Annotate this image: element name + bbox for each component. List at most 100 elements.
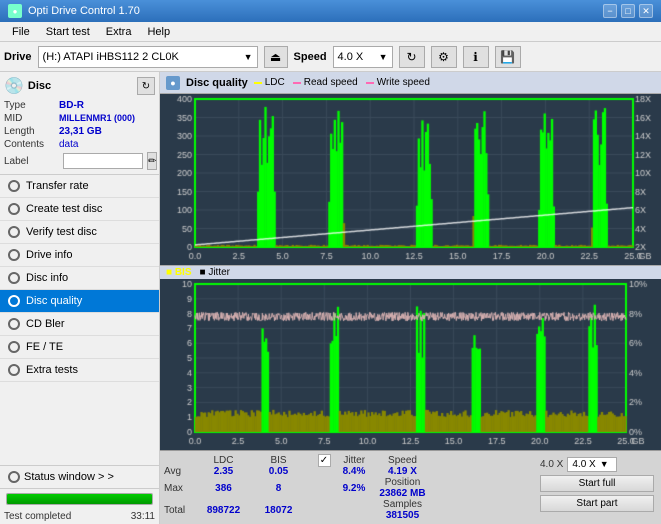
- mid-label: MID: [4, 113, 59, 124]
- app-title: Opti Drive Control 1.70: [28, 5, 140, 17]
- status-text: Test completed: [4, 511, 71, 522]
- menu-extra[interactable]: Extra: [98, 24, 140, 40]
- disc-info-label: Disc info: [26, 272, 68, 284]
- read-speed-legend-label: Read speed: [304, 77, 358, 88]
- start-part-button[interactable]: Start part: [540, 495, 654, 512]
- disc-icon: 💿: [4, 76, 24, 96]
- sidebar-item-verify-test-disc[interactable]: Verify test disc: [0, 221, 159, 244]
- eject-button[interactable]: ⏏: [264, 46, 288, 68]
- sidebar-item-transfer-rate[interactable]: Transfer rate: [0, 175, 159, 198]
- extra-tests-icon: [8, 364, 20, 376]
- speed-select[interactable]: 4.0 X ▼: [333, 46, 393, 68]
- position-value: 23862 MB: [379, 488, 425, 499]
- ldc-legend-label: LDC: [265, 77, 285, 88]
- chart-legend: LDC Read speed Write speed: [254, 77, 430, 88]
- maximize-button[interactable]: □: [621, 4, 635, 18]
- bottom-chart: [160, 279, 661, 450]
- label-edit-button[interactable]: ✏: [147, 152, 157, 170]
- top-chart: [160, 94, 661, 265]
- app-icon: ●: [8, 4, 22, 18]
- max-label: Max: [164, 477, 196, 499]
- label-input[interactable]: [63, 153, 143, 169]
- disc-info-table: Type BD-R MID MILLENMR1 (000) Length 23,…: [4, 100, 155, 170]
- settings-button[interactable]: ⚙: [431, 46, 457, 68]
- sidebar-item-disc-info[interactable]: Disc info: [0, 267, 159, 290]
- jitter-label: ■ Jitter: [200, 267, 231, 278]
- bottom-chart-wrapper: [160, 279, 661, 450]
- status-window-icon: [8, 471, 20, 483]
- drive-info-label: Drive info: [26, 249, 72, 261]
- menu-help[interactable]: Help: [139, 24, 178, 40]
- speed-col-header: Speed: [375, 454, 430, 466]
- speed-text: 4.0 X: [540, 459, 563, 470]
- save-button[interactable]: 💾: [495, 46, 521, 68]
- samples-value: 381505: [386, 510, 419, 521]
- total-bis: 18072: [251, 499, 306, 521]
- close-button[interactable]: ✕: [639, 4, 653, 18]
- stats-data-table: LDC BIS ✓ Jitter Speed Avg 2.35: [164, 454, 430, 522]
- status-window-button[interactable]: Status window > >: [0, 466, 159, 489]
- sidebar-item-drive-info[interactable]: Drive info: [0, 244, 159, 267]
- sidebar-item-disc-quality[interactable]: Disc quality: [0, 290, 159, 313]
- contents-label: Contents: [4, 139, 59, 150]
- speed-label: Speed: [294, 51, 327, 63]
- speed-dropdown[interactable]: 4.0 X ▼: [567, 457, 617, 472]
- length-label: Length: [4, 126, 59, 137]
- drive-label: Drive: [4, 51, 32, 63]
- stats-table: LDC BIS ✓ Jitter Speed Avg 2.35: [164, 454, 533, 522]
- write-speed-legend-label: Write speed: [377, 77, 430, 88]
- position-text: Position: [385, 477, 421, 488]
- sidebar-item-extra-tests[interactable]: Extra tests: [0, 359, 159, 382]
- refresh-button[interactable]: ↻: [399, 46, 425, 68]
- total-ldc: 898722: [196, 499, 251, 521]
- create-test-label: Create test disc: [26, 203, 102, 215]
- disc-refresh-button[interactable]: ↻: [137, 77, 155, 95]
- avg-ldc: 2.35: [196, 466, 251, 477]
- jitter-checkbox[interactable]: ✓: [318, 454, 330, 466]
- sidebar: 💿 Disc ↻ Type BD-R MID MILLENMR1 (000) L…: [0, 72, 160, 524]
- type-value: BD-R: [59, 100, 84, 111]
- start-full-button[interactable]: Start full: [540, 475, 654, 492]
- samples-cell: Samples 381505: [375, 499, 430, 521]
- speed-row: 4.0 X 4.0 X ▼: [540, 457, 654, 472]
- menu-start-test[interactable]: Start test: [38, 24, 98, 40]
- sidebar-item-cd-bler[interactable]: CD Bler: [0, 313, 159, 336]
- length-value: 23,31 GB: [59, 126, 102, 137]
- drive-select[interactable]: (H:) ATAPI iHBS112 2 CL0K ▼: [38, 46, 258, 68]
- disc-quality-header: ● Disc quality LDC Read speed Write spee…: [160, 72, 661, 94]
- right-panel: 4.0 X 4.0 X ▼ Start full Start part: [537, 454, 657, 522]
- sidebar-item-create-test-disc[interactable]: Create test disc: [0, 198, 159, 221]
- ldc-legend-dot: [254, 82, 262, 84]
- top-chart-wrapper: [160, 94, 661, 265]
- cd-bler-label: CD Bler: [26, 318, 65, 330]
- sidebar-item-fe-te[interactable]: FE / TE: [0, 336, 159, 359]
- type-label: Type: [4, 100, 59, 111]
- bis-label: ■ BIS: [166, 267, 192, 278]
- info-button[interactable]: ℹ: [463, 46, 489, 68]
- minimize-button[interactable]: −: [603, 4, 617, 18]
- dq-title: Disc quality: [186, 77, 248, 89]
- verify-test-label: Verify test disc: [26, 226, 97, 238]
- drivebar: Drive (H:) ATAPI iHBS112 2 CL0K ▼ ⏏ Spee…: [0, 42, 661, 72]
- disc-quality-icon: [8, 295, 20, 307]
- elapsed-time: 33:11: [131, 511, 155, 522]
- disc-heading: Disc: [28, 80, 51, 92]
- progress-area: [0, 489, 159, 509]
- max-jitter: 9.2%: [330, 477, 375, 499]
- menu-file[interactable]: File: [4, 24, 38, 40]
- progress-bar-inner: [7, 494, 152, 504]
- samples-text: Samples: [383, 499, 422, 510]
- disc-info-icon: [8, 272, 20, 284]
- avg-speed: 4.19 X: [375, 466, 430, 477]
- verify-test-icon: [8, 226, 20, 238]
- status-bar-left: Status window > > Test completed 33:11: [0, 465, 159, 524]
- avg-bis: 0.05: [251, 466, 306, 477]
- cd-bler-icon: [8, 318, 20, 330]
- label-label: Label: [4, 156, 59, 167]
- max-bis: 8: [251, 477, 306, 499]
- status-window-label: Status window > >: [24, 471, 114, 483]
- fe-te-icon: [8, 341, 20, 353]
- menubar: File Start test Extra Help: [0, 22, 661, 42]
- read-speed-legend-dot: [293, 82, 301, 84]
- extra-tests-label: Extra tests: [26, 364, 78, 376]
